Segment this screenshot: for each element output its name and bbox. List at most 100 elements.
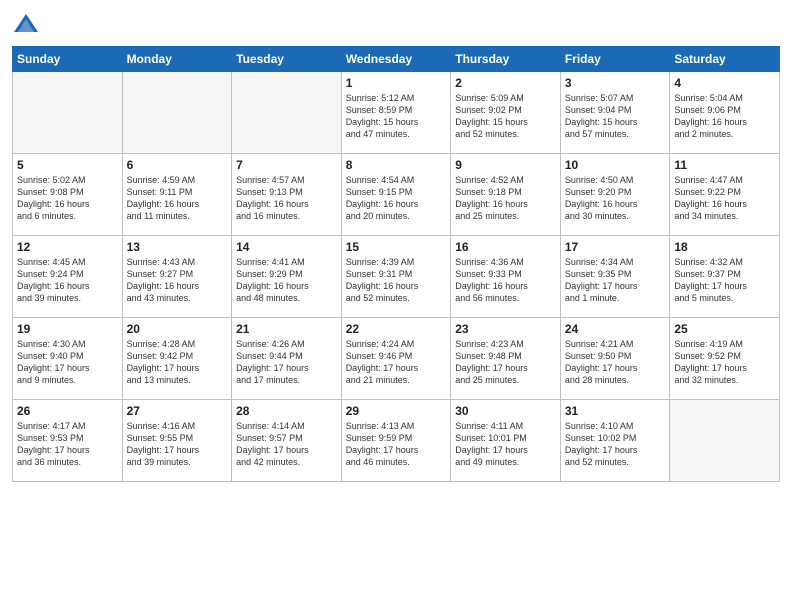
calendar-cell: 5 Sunrise: 5:02 AM Sunset: 9:08 PM Daylig… xyxy=(13,154,123,236)
weekday-header-tuesday: Tuesday xyxy=(232,47,342,72)
calendar-cell: 12 Sunrise: 4:45 AM Sunset: 9:24 PM Dayli… xyxy=(13,236,123,318)
calendar-cell: 19 Sunrise: 4:30 AM Sunset: 9:40 PM Dayli… xyxy=(13,318,123,400)
cell-info: Sunrise: 4:52 AM Sunset: 9:18 PM Dayligh… xyxy=(455,174,556,223)
calendar-cell: 23 Sunrise: 4:23 AM Sunset: 9:48 PM Dayli… xyxy=(451,318,561,400)
cell-info: Sunrise: 4:43 AM Sunset: 9:27 PM Dayligh… xyxy=(127,256,228,305)
cell-info: Sunrise: 4:57 AM Sunset: 9:13 PM Dayligh… xyxy=(236,174,337,223)
day-number: 29 xyxy=(346,404,447,418)
cell-info: Sunrise: 4:32 AM Sunset: 9:37 PM Dayligh… xyxy=(674,256,775,305)
calendar-cell: 1 Sunrise: 5:12 AM Sunset: 8:59 PM Daylig… xyxy=(341,72,451,154)
weekday-header-monday: Monday xyxy=(122,47,232,72)
calendar-cell: 8 Sunrise: 4:54 AM Sunset: 9:15 PM Daylig… xyxy=(341,154,451,236)
day-number: 4 xyxy=(674,76,775,90)
week-row-1: 1 Sunrise: 5:12 AM Sunset: 8:59 PM Daylig… xyxy=(13,72,780,154)
day-number: 30 xyxy=(455,404,556,418)
cell-info: Sunrise: 4:19 AM Sunset: 9:52 PM Dayligh… xyxy=(674,338,775,387)
day-number: 22 xyxy=(346,322,447,336)
week-row-3: 12 Sunrise: 4:45 AM Sunset: 9:24 PM Dayli… xyxy=(13,236,780,318)
day-number: 18 xyxy=(674,240,775,254)
weekday-header-friday: Friday xyxy=(560,47,670,72)
weekday-header-saturday: Saturday xyxy=(670,47,780,72)
weekday-header-row: SundayMondayTuesdayWednesdayThursdayFrid… xyxy=(13,47,780,72)
calendar-cell: 28 Sunrise: 4:14 AM Sunset: 9:57 PM Dayli… xyxy=(232,400,342,482)
cell-info: Sunrise: 4:34 AM Sunset: 9:35 PM Dayligh… xyxy=(565,256,666,305)
calendar-cell: 22 Sunrise: 4:24 AM Sunset: 9:46 PM Dayli… xyxy=(341,318,451,400)
cell-info: Sunrise: 4:16 AM Sunset: 9:55 PM Dayligh… xyxy=(127,420,228,469)
day-number: 7 xyxy=(236,158,337,172)
calendar-cell xyxy=(232,72,342,154)
day-number: 8 xyxy=(346,158,447,172)
cell-info: Sunrise: 4:24 AM Sunset: 9:46 PM Dayligh… xyxy=(346,338,447,387)
calendar-cell xyxy=(13,72,123,154)
logo xyxy=(12,10,44,38)
day-number: 16 xyxy=(455,240,556,254)
week-row-2: 5 Sunrise: 5:02 AM Sunset: 9:08 PM Daylig… xyxy=(13,154,780,236)
day-number: 1 xyxy=(346,76,447,90)
cell-info: Sunrise: 4:10 AM Sunset: 10:02 PM Daylig… xyxy=(565,420,666,469)
day-number: 2 xyxy=(455,76,556,90)
day-number: 12 xyxy=(17,240,118,254)
cell-info: Sunrise: 4:54 AM Sunset: 9:15 PM Dayligh… xyxy=(346,174,447,223)
day-number: 9 xyxy=(455,158,556,172)
cell-info: Sunrise: 5:09 AM Sunset: 9:02 PM Dayligh… xyxy=(455,92,556,141)
day-number: 31 xyxy=(565,404,666,418)
cell-info: Sunrise: 4:14 AM Sunset: 9:57 PM Dayligh… xyxy=(236,420,337,469)
calendar-cell: 4Sunrise: 5:04 AM Sunset: 9:06 PM Daylig… xyxy=(670,72,780,154)
cell-info: Sunrise: 4:23 AM Sunset: 9:48 PM Dayligh… xyxy=(455,338,556,387)
cell-info: Sunrise: 4:59 AM Sunset: 9:11 PM Dayligh… xyxy=(127,174,228,223)
logo-icon xyxy=(12,10,40,38)
day-number: 3 xyxy=(565,76,666,90)
day-number: 13 xyxy=(127,240,228,254)
day-number: 15 xyxy=(346,240,447,254)
calendar-cell: 21 Sunrise: 4:26 AM Sunset: 9:44 PM Dayli… xyxy=(232,318,342,400)
page: SundayMondayTuesdayWednesdayThursdayFrid… xyxy=(0,0,792,612)
cell-info: Sunrise: 4:28 AM Sunset: 9:42 PM Dayligh… xyxy=(127,338,228,387)
week-row-5: 26Sunrise: 4:17 AM Sunset: 9:53 PM Dayli… xyxy=(13,400,780,482)
calendar-cell: 15 Sunrise: 4:39 AM Sunset: 9:31 PM Dayli… xyxy=(341,236,451,318)
cell-info: Sunrise: 4:30 AM Sunset: 9:40 PM Dayligh… xyxy=(17,338,118,387)
calendar-cell xyxy=(670,400,780,482)
day-number: 19 xyxy=(17,322,118,336)
day-number: 11 xyxy=(674,158,775,172)
day-number: 23 xyxy=(455,322,556,336)
day-number: 17 xyxy=(565,240,666,254)
day-number: 14 xyxy=(236,240,337,254)
day-number: 10 xyxy=(565,158,666,172)
calendar-cell: 26Sunrise: 4:17 AM Sunset: 9:53 PM Dayli… xyxy=(13,400,123,482)
calendar-cell: 16 Sunrise: 4:36 AM Sunset: 9:33 PM Dayli… xyxy=(451,236,561,318)
calendar-cell: 25 Sunrise: 4:19 AM Sunset: 9:52 PM Dayli… xyxy=(670,318,780,400)
weekday-header-sunday: Sunday xyxy=(13,47,123,72)
day-number: 20 xyxy=(127,322,228,336)
day-number: 6 xyxy=(127,158,228,172)
cell-info: Sunrise: 5:02 AM Sunset: 9:08 PM Dayligh… xyxy=(17,174,118,223)
cell-info: Sunrise: 4:45 AM Sunset: 9:24 PM Dayligh… xyxy=(17,256,118,305)
calendar-table: SundayMondayTuesdayWednesdayThursdayFrid… xyxy=(12,46,780,482)
day-number: 25 xyxy=(674,322,775,336)
calendar-cell: 18 Sunrise: 4:32 AM Sunset: 9:37 PM Dayli… xyxy=(670,236,780,318)
cell-info: Sunrise: 4:26 AM Sunset: 9:44 PM Dayligh… xyxy=(236,338,337,387)
calendar-cell: 9 Sunrise: 4:52 AM Sunset: 9:18 PM Daylig… xyxy=(451,154,561,236)
cell-info: Sunrise: 4:36 AM Sunset: 9:33 PM Dayligh… xyxy=(455,256,556,305)
cell-info: Sunrise: 4:39 AM Sunset: 9:31 PM Dayligh… xyxy=(346,256,447,305)
cell-info: Sunrise: 4:13 AM Sunset: 9:59 PM Dayligh… xyxy=(346,420,447,469)
cell-info: Sunrise: 4:21 AM Sunset: 9:50 PM Dayligh… xyxy=(565,338,666,387)
cell-info: Sunrise: 5:07 AM Sunset: 9:04 PM Dayligh… xyxy=(565,92,666,141)
day-number: 27 xyxy=(127,404,228,418)
calendar-cell: 13 Sunrise: 4:43 AM Sunset: 9:27 PM Dayli… xyxy=(122,236,232,318)
calendar-cell: 17 Sunrise: 4:34 AM Sunset: 9:35 PM Dayli… xyxy=(560,236,670,318)
calendar-cell xyxy=(122,72,232,154)
cell-info: Sunrise: 4:11 AM Sunset: 10:01 PM Daylig… xyxy=(455,420,556,469)
calendar-cell: 6 Sunrise: 4:59 AM Sunset: 9:11 PM Daylig… xyxy=(122,154,232,236)
cell-info: Sunrise: 4:50 AM Sunset: 9:20 PM Dayligh… xyxy=(565,174,666,223)
weekday-header-wednesday: Wednesday xyxy=(341,47,451,72)
day-number: 21 xyxy=(236,322,337,336)
calendar-cell: 14Sunrise: 4:41 AM Sunset: 9:29 PM Dayli… xyxy=(232,236,342,318)
calendar-cell: 20 Sunrise: 4:28 AM Sunset: 9:42 PM Dayli… xyxy=(122,318,232,400)
cell-info: Sunrise: 4:47 AM Sunset: 9:22 PM Dayligh… xyxy=(674,174,775,223)
calendar-cell: 24Sunrise: 4:21 AM Sunset: 9:50 PM Dayli… xyxy=(560,318,670,400)
day-number: 28 xyxy=(236,404,337,418)
cell-info: Sunrise: 5:12 AM Sunset: 8:59 PM Dayligh… xyxy=(346,92,447,141)
calendar-cell: 3 Sunrise: 5:07 AM Sunset: 9:04 PM Daylig… xyxy=(560,72,670,154)
header xyxy=(12,10,780,38)
day-number: 5 xyxy=(17,158,118,172)
